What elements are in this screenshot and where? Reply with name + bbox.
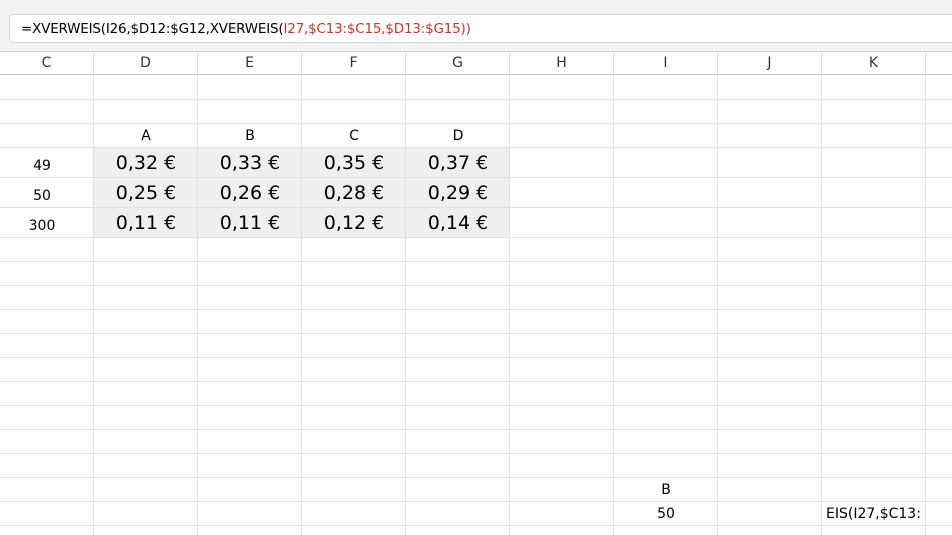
grid-line xyxy=(0,285,952,286)
grid-line xyxy=(0,309,952,310)
grid-line xyxy=(509,75,510,535)
grid-line xyxy=(0,381,952,382)
col-header-g[interactable]: G xyxy=(406,52,510,75)
price-cell[interactable]: 0,14 € xyxy=(406,212,510,234)
col-header-j[interactable]: J xyxy=(718,52,822,75)
tier-label-a[interactable]: A xyxy=(94,128,198,144)
grid-line xyxy=(717,75,718,535)
grid-line xyxy=(301,75,302,535)
tier-label-b[interactable]: B xyxy=(198,128,302,144)
grid-line xyxy=(0,453,952,454)
grid-line xyxy=(925,75,926,535)
grid-line xyxy=(0,177,952,178)
grid-line xyxy=(0,501,952,502)
grid-line xyxy=(0,147,952,148)
price-cell[interactable]: 0,35 € xyxy=(302,152,406,174)
formula-ref: I27,$C13:$C15,$D13:$G15 xyxy=(283,21,461,37)
grid-line xyxy=(93,75,94,535)
qty-label-row15[interactable]: 300 xyxy=(0,218,84,234)
price-cell[interactable]: 0,12 € xyxy=(302,212,406,234)
col-header-l[interactable] xyxy=(926,52,952,75)
lookup-tier-cell[interactable]: B xyxy=(614,482,718,498)
col-header-i[interactable]: I xyxy=(614,52,718,75)
grid-line xyxy=(0,237,952,238)
formula-overflow-text[interactable]: EIS(I27,$C13: xyxy=(826,506,952,522)
price-cell[interactable]: 0,37 € xyxy=(406,152,510,174)
col-header-h[interactable]: H xyxy=(510,52,614,75)
grid-line xyxy=(821,75,822,535)
price-cell[interactable]: 0,32 € xyxy=(94,152,198,174)
formula-bar: =XVERWEIS(I26,$D12:$G12,XVERWEIS(I27,$C1… xyxy=(0,0,952,52)
grid-line xyxy=(613,75,614,535)
qty-label-row14[interactable]: 50 xyxy=(0,188,84,204)
price-cell[interactable]: 0,33 € xyxy=(198,152,302,174)
price-cell[interactable]: 0,26 € xyxy=(198,182,302,204)
price-cell[interactable]: 0,29 € xyxy=(406,182,510,204)
grid-line xyxy=(0,357,952,358)
formula-prefix: =XVERWEIS(I26,$D12:$G12,XVERWEIS( xyxy=(21,21,284,37)
grid-line xyxy=(0,405,952,406)
price-cell[interactable]: 0,11 € xyxy=(198,212,302,234)
grid-line xyxy=(0,477,952,478)
col-header-k[interactable]: K xyxy=(822,52,926,75)
col-header-c[interactable]: C xyxy=(0,52,94,75)
formula-text: =XVERWEIS(I26,$D12:$G12,XVERWEIS(I27,$C1… xyxy=(21,21,471,37)
tier-label-c[interactable]: C xyxy=(302,128,406,144)
grid-line xyxy=(405,75,406,535)
grid-line xyxy=(0,99,952,100)
grid-line xyxy=(0,429,952,430)
grid-line xyxy=(197,75,198,535)
price-cell[interactable]: 0,11 € xyxy=(94,212,198,234)
grid-line xyxy=(0,261,952,262)
qty-label-row13[interactable]: 49 xyxy=(0,158,84,174)
tier-label-d[interactable]: D xyxy=(406,128,510,144)
formula-input[interactable]: =XVERWEIS(I26,$D12:$G12,XVERWEIS(I27,$C1… xyxy=(9,14,952,43)
grid-line xyxy=(0,525,952,526)
col-header-f[interactable]: F xyxy=(302,52,406,75)
grid-line xyxy=(0,123,952,124)
price-cell[interactable]: 0,28 € xyxy=(302,182,406,204)
col-header-d[interactable]: D xyxy=(94,52,198,75)
col-header-e[interactable]: E xyxy=(198,52,302,75)
lookup-qty-cell[interactable]: 50 xyxy=(614,506,718,522)
price-cell[interactable]: 0,25 € xyxy=(94,182,198,204)
formula-suffix: )) xyxy=(460,21,471,37)
grid-line xyxy=(0,207,952,208)
grid-line xyxy=(0,333,952,334)
